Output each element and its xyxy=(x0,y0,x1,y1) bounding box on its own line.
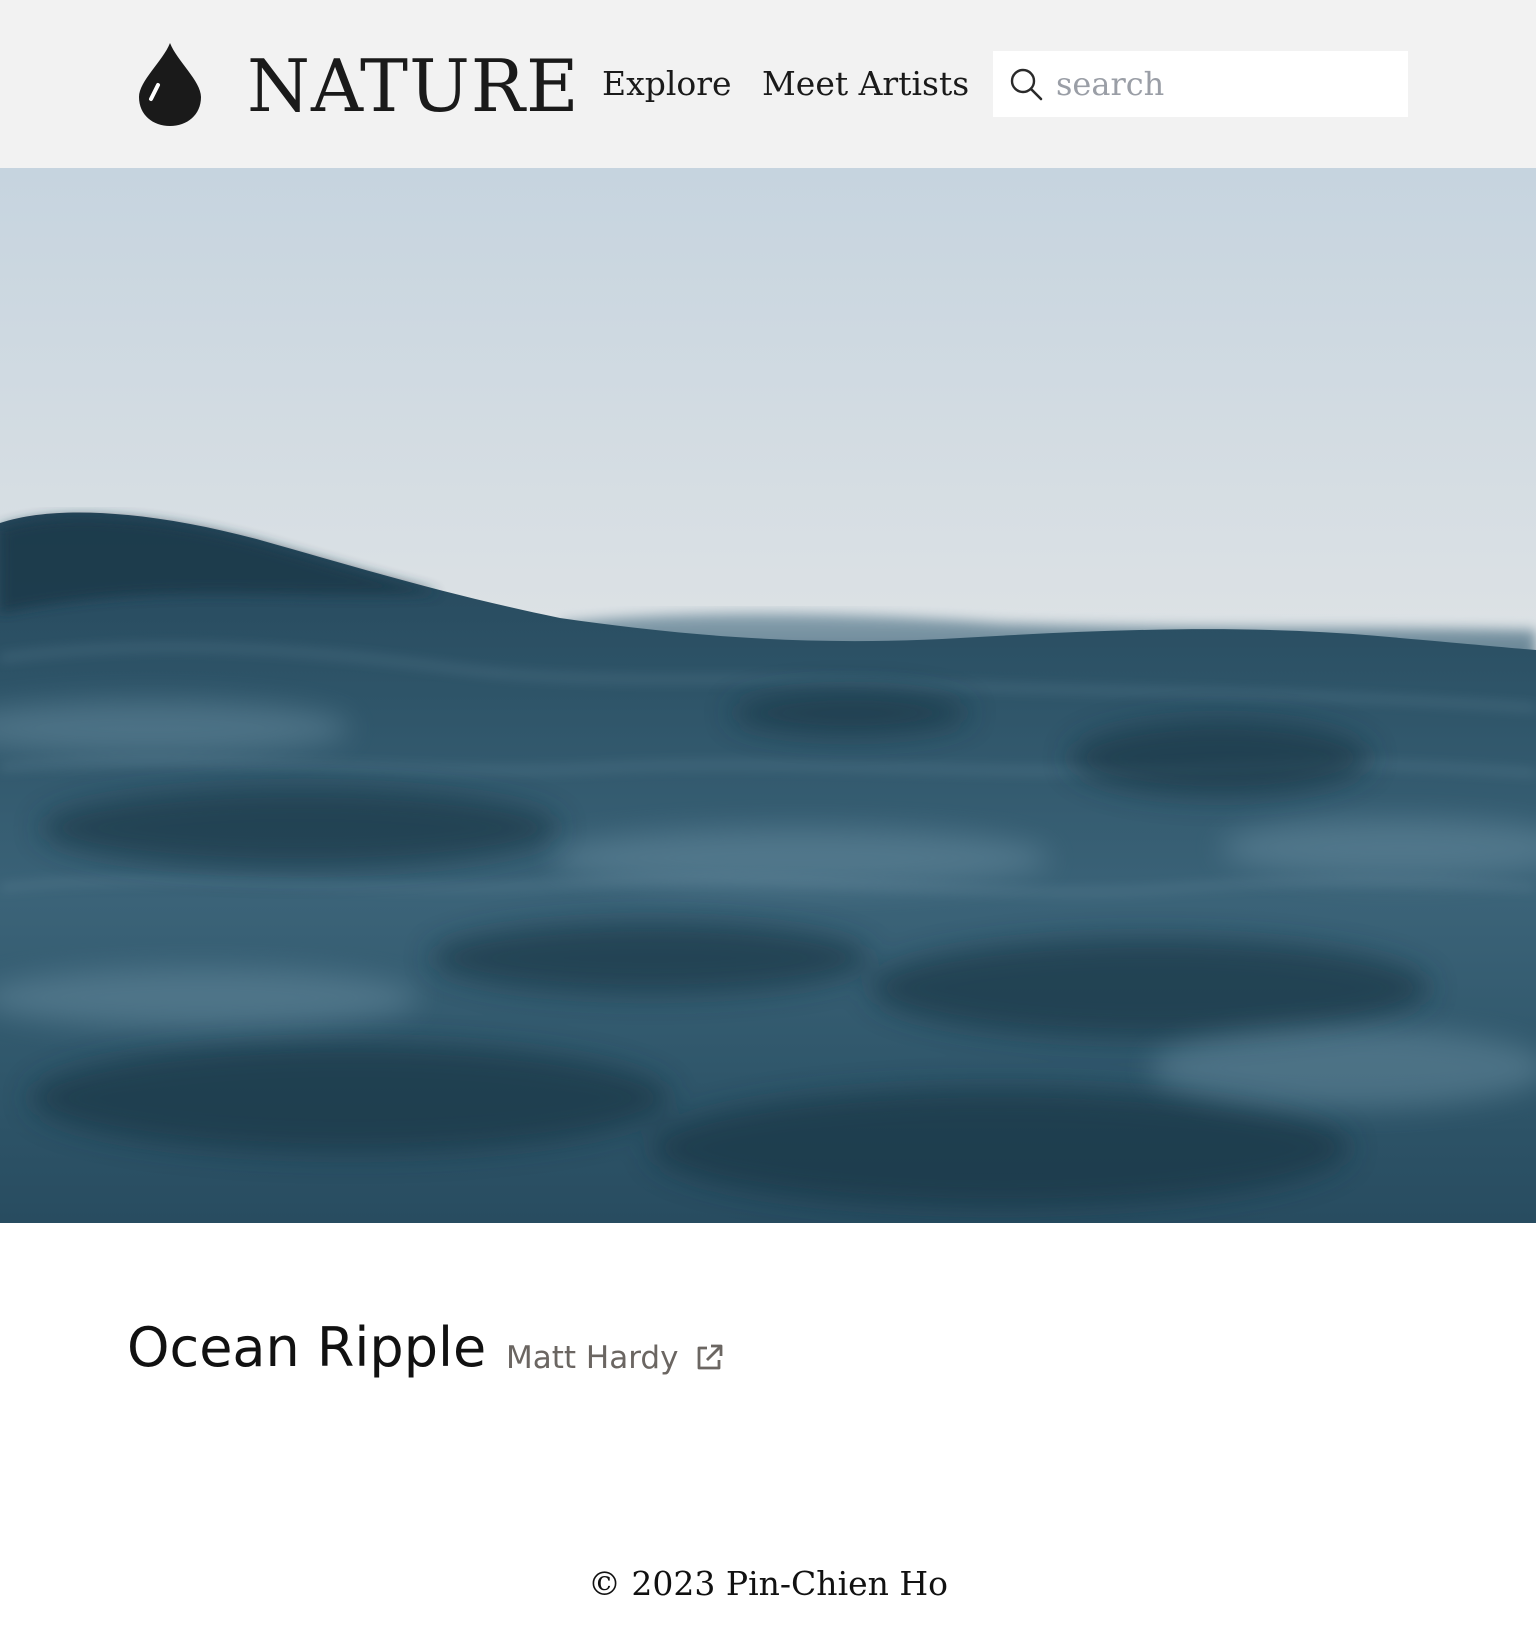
footer-copyright: © 2023 Pin-Chien Ho xyxy=(587,1564,949,1603)
ocean-wave-image xyxy=(0,168,1536,1223)
hero-photo xyxy=(0,168,1536,1223)
photo-title: Ocean Ripple xyxy=(127,1316,487,1379)
nav-meet-artists[interactable]: Meet Artists xyxy=(762,58,969,110)
external-link-icon[interactable] xyxy=(694,1343,724,1373)
nav-explore[interactable]: Explore xyxy=(602,58,732,110)
search-icon xyxy=(1010,68,1043,101)
site-header: NATURE Explore Meet Artists xyxy=(0,0,1536,168)
artist-name[interactable]: Matt Hardy xyxy=(506,1334,678,1382)
artist-link[interactable]: Matt Hardy xyxy=(506,1334,724,1382)
brand-title[interactable]: NATURE xyxy=(247,38,580,134)
search-input[interactable] xyxy=(1056,59,1396,109)
search-box[interactable] xyxy=(993,51,1408,117)
water-drop-icon[interactable] xyxy=(137,41,203,127)
